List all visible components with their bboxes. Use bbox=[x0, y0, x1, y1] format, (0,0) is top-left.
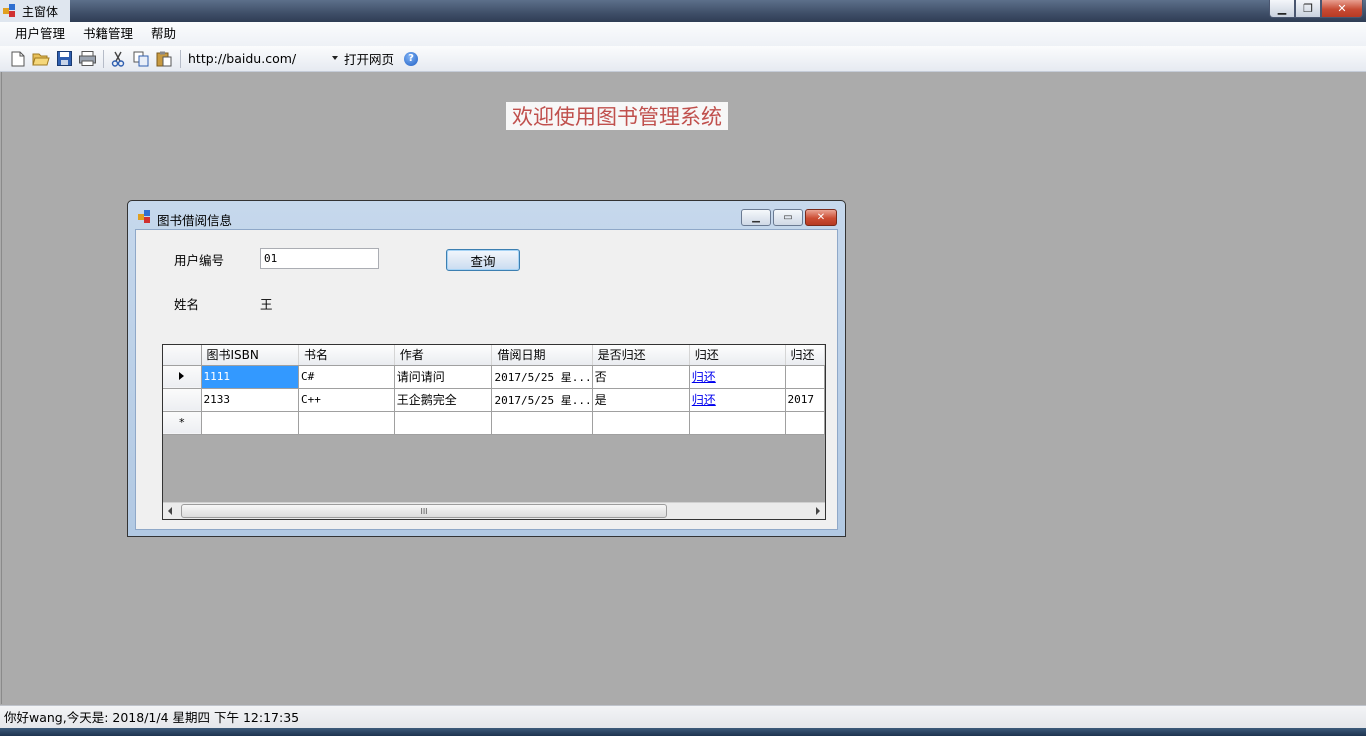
help-icon[interactable]: ? bbox=[404, 51, 419, 66]
return-link[interactable]: 归还 bbox=[692, 393, 716, 407]
borrow-info-window[interactable]: 图书借阅信息 ▁ ▭ ✕ 用户编号 查询 姓名 王 图书ISBN 书名 bbox=[127, 200, 846, 537]
menu-user-management[interactable]: 用户管理 bbox=[6, 22, 74, 46]
return-link[interactable]: 归还 bbox=[692, 370, 716, 384]
new-cell[interactable] bbox=[689, 411, 786, 435]
main-title-bar[interactable]: 主窗体 ▁ ❐ ✕ bbox=[0, 0, 1366, 22]
table-row[interactable]: 2133 C++ 王企鹅完全 2017/5/25 星... 是 归还 2017 bbox=[163, 388, 825, 412]
grid-corner-header[interactable] bbox=[163, 345, 202, 366]
child-close-button[interactable]: ✕ bbox=[805, 209, 837, 226]
save-icon[interactable] bbox=[55, 50, 73, 68]
column-header-title[interactable]: 书名 bbox=[298, 345, 395, 366]
minimize-icon: ▁ bbox=[1277, 2, 1287, 15]
cell-borrow-date[interactable]: 2017/5/25 星... bbox=[491, 388, 593, 412]
new-row-header[interactable]: * bbox=[163, 411, 202, 435]
close-icon: ✕ bbox=[1337, 2, 1347, 15]
scrollbar-thumb[interactable]: III bbox=[181, 504, 667, 518]
scroll-right-icon[interactable] bbox=[816, 507, 820, 515]
row-header[interactable] bbox=[163, 365, 202, 389]
child-client-area: 用户编号 查询 姓名 王 图书ISBN 书名 作者 借阅日期 是否归还 bbox=[135, 229, 838, 530]
column-header-borrow-date[interactable]: 借阅日期 bbox=[491, 345, 593, 366]
child-window-icon bbox=[138, 210, 150, 223]
child-maximize-button[interactable]: ▭ bbox=[773, 209, 803, 226]
restore-icon: ❐ bbox=[1303, 2, 1313, 15]
cell-returned[interactable]: 是 bbox=[592, 388, 690, 412]
cell-borrow-date[interactable]: 2017/5/25 星... bbox=[491, 365, 593, 389]
grid-header-row: 图书ISBN 书名 作者 借阅日期 是否归还 归还 归还 bbox=[163, 345, 825, 366]
restore-button[interactable]: ❐ bbox=[1295, 0, 1321, 18]
cell-isbn[interactable]: 2133 bbox=[201, 388, 299, 412]
status-bar: 你好wang,今天是: 2018/1/4 星期四 下午 12:17:35 bbox=[0, 705, 1366, 728]
taskbar bbox=[0, 728, 1366, 736]
close-icon: ✕ bbox=[816, 212, 826, 223]
borrow-data-grid[interactable]: 图书ISBN 书名 作者 借阅日期 是否归还 归还 归还 1111 C# 请问请… bbox=[162, 344, 826, 520]
new-row[interactable]: * bbox=[163, 411, 825, 435]
cell-returned[interactable]: 否 bbox=[592, 365, 690, 389]
menu-book-management[interactable]: 书籍管理 bbox=[74, 22, 142, 46]
menu-help[interactable]: 帮助 bbox=[142, 22, 185, 46]
table-row[interactable]: 1111 C# 请问请问 2017/5/25 星... 否 归还 bbox=[163, 365, 825, 389]
new-cell[interactable] bbox=[491, 411, 593, 435]
minimize-button[interactable]: ▁ bbox=[1269, 0, 1295, 18]
user-id-input[interactable] bbox=[260, 248, 379, 269]
new-cell[interactable] bbox=[394, 411, 493, 435]
cell-return-date[interactable] bbox=[785, 365, 825, 389]
copy-icon[interactable] bbox=[132, 50, 150, 68]
horizontal-scrollbar[interactable]: III bbox=[163, 502, 825, 519]
cell-author[interactable]: 王企鹅完全 bbox=[394, 388, 493, 412]
child-minimize-button[interactable]: ▁ bbox=[741, 209, 771, 226]
open-page-button[interactable]: 打开网页 bbox=[344, 49, 394, 68]
name-label: 姓名 bbox=[174, 297, 200, 312]
name-value: 王 bbox=[260, 297, 273, 312]
window-title: 主窗体 bbox=[22, 5, 59, 19]
status-text: 你好wang,今天是: 2018/1/4 星期四 下午 12:17:35 bbox=[4, 710, 300, 725]
new-cell[interactable] bbox=[592, 411, 690, 435]
cell-return-date[interactable]: 2017 bbox=[785, 388, 825, 412]
toolbar-separator-2 bbox=[180, 49, 181, 68]
user-id-label: 用户编号 bbox=[174, 253, 225, 268]
close-button[interactable]: ✕ bbox=[1321, 0, 1363, 18]
column-header-returned[interactable]: 是否归还 bbox=[592, 345, 690, 366]
cut-icon[interactable] bbox=[109, 50, 127, 68]
query-button[interactable]: 查询 bbox=[446, 249, 520, 271]
column-header-return-date[interactable]: 归还 bbox=[785, 345, 825, 366]
current-row-icon bbox=[179, 372, 185, 380]
welcome-label: 欢迎使用图书管理系统 bbox=[506, 102, 728, 130]
app-icon bbox=[3, 4, 15, 17]
column-header-isbn[interactable]: 图书ISBN bbox=[201, 345, 299, 366]
cell-title[interactable]: C# bbox=[298, 365, 395, 389]
new-cell[interactable] bbox=[785, 411, 825, 435]
new-cell[interactable] bbox=[201, 411, 299, 435]
row-header[interactable] bbox=[163, 388, 202, 412]
child-window-controls: ▁ ▭ ✕ bbox=[739, 209, 837, 226]
cell-title[interactable]: C++ bbox=[298, 388, 395, 412]
new-file-icon[interactable] bbox=[9, 50, 27, 68]
minimize-icon: ▁ bbox=[752, 212, 760, 223]
scroll-left-icon[interactable] bbox=[168, 507, 172, 515]
print-icon[interactable] bbox=[78, 50, 96, 68]
open-folder-icon[interactable] bbox=[32, 50, 50, 68]
cell-return[interactable]: 归还 bbox=[689, 388, 786, 412]
toolbar: http://baidu.com/ 打开网页 ? bbox=[0, 46, 1366, 72]
chevron-down-icon[interactable] bbox=[332, 55, 338, 60]
url-combobox[interactable]: http://baidu.com/ bbox=[188, 49, 340, 69]
child-window-title: 图书借阅信息 bbox=[157, 213, 233, 228]
column-header-author[interactable]: 作者 bbox=[394, 345, 493, 366]
column-header-return[interactable]: 归还 bbox=[689, 345, 786, 366]
menu-bar: 用户管理 书籍管理 帮助 bbox=[0, 22, 1366, 46]
url-value: http://baidu.com/ bbox=[188, 51, 297, 66]
cell-author[interactable]: 请问请问 bbox=[394, 365, 493, 389]
toolbar-separator bbox=[103, 49, 104, 68]
new-cell[interactable] bbox=[298, 411, 395, 435]
maximize-icon: ▭ bbox=[783, 212, 793, 223]
window-controls: ▁ ❐ ✕ bbox=[1269, 0, 1363, 18]
cell-return[interactable]: 归还 bbox=[689, 365, 786, 389]
cell-isbn[interactable]: 1111 bbox=[201, 365, 299, 389]
paste-icon[interactable] bbox=[155, 50, 173, 68]
